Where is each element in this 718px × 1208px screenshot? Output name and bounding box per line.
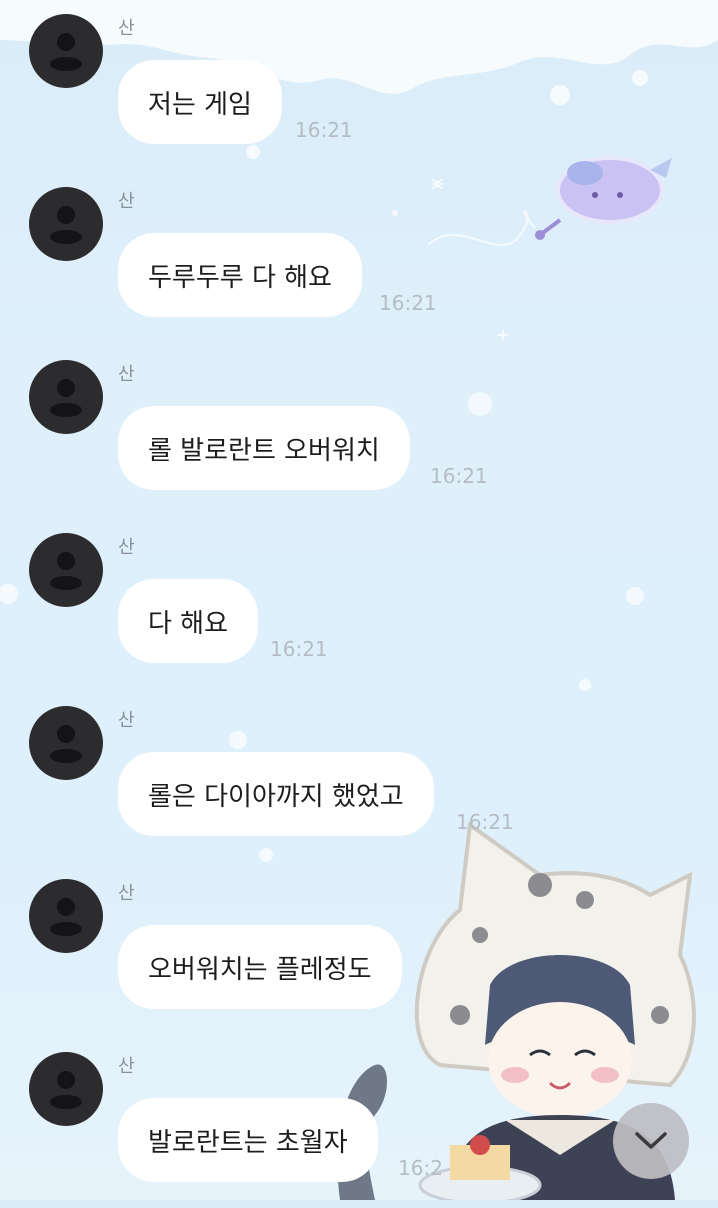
sender-name: 산	[118, 364, 135, 385]
message-row: 산 롤은 다이아까지 했었고 16:21	[0, 692, 718, 862]
avatar[interactable]	[29, 533, 103, 607]
avatar[interactable]	[29, 879, 103, 953]
message-time: 16:21	[270, 637, 328, 661]
message-row: 산 발로란트는 초월자 16:2	[0, 1038, 718, 1208]
message-bubble[interactable]: 다 해요	[118, 579, 259, 663]
message-row: 산 오버워치는 플레정도	[0, 865, 718, 1035]
chevron-down-icon	[635, 1132, 667, 1149]
avatar[interactable]	[29, 14, 103, 88]
message-bubble[interactable]: 오버워치는 플레정도	[118, 925, 402, 1009]
user-silhouette-icon	[50, 725, 82, 763]
message-row: 산 다 해요 16:21	[0, 519, 718, 689]
message-row: 산 롤 발로란트 오버워치 16:21	[0, 346, 718, 516]
message-time: 16:21	[430, 464, 488, 488]
message-bubble[interactable]: 발로란트는 초월자	[118, 1098, 378, 1182]
sender-name: 산	[118, 18, 135, 39]
sender-name: 산	[118, 1056, 135, 1077]
avatar[interactable]	[29, 187, 103, 261]
sender-name: 산	[118, 191, 135, 212]
user-silhouette-icon	[50, 898, 82, 936]
avatar[interactable]	[29, 360, 103, 434]
message-time: 16:21	[379, 291, 437, 315]
sender-name: 산	[118, 710, 135, 731]
user-silhouette-icon	[50, 379, 82, 417]
sender-name: 산	[118, 537, 135, 558]
avatar[interactable]	[29, 1052, 103, 1126]
user-silhouette-icon	[50, 206, 82, 244]
message-row: 산 두루두루 다 해요 16:21	[0, 173, 718, 343]
user-silhouette-icon	[50, 1071, 82, 1109]
message-bubble[interactable]: 롤 발로란트 오버워치	[118, 406, 410, 490]
message-time: 16:2	[398, 1156, 443, 1180]
message-bubble[interactable]: 롤은 다이아까지 했었고	[118, 752, 434, 836]
message-bubble[interactable]: 두루두루 다 해요	[118, 233, 362, 317]
message-bubble[interactable]: 저는 게임	[118, 60, 282, 144]
user-silhouette-icon	[50, 33, 82, 71]
user-silhouette-icon	[50, 552, 82, 590]
scroll-to-bottom-button[interactable]	[613, 1103, 689, 1179]
message-row: 산 저는 게임 16:21	[0, 0, 718, 170]
message-time: 16:21	[456, 810, 514, 834]
message-time: 16:21	[295, 118, 353, 142]
avatar[interactable]	[29, 706, 103, 780]
sender-name: 산	[118, 883, 135, 904]
